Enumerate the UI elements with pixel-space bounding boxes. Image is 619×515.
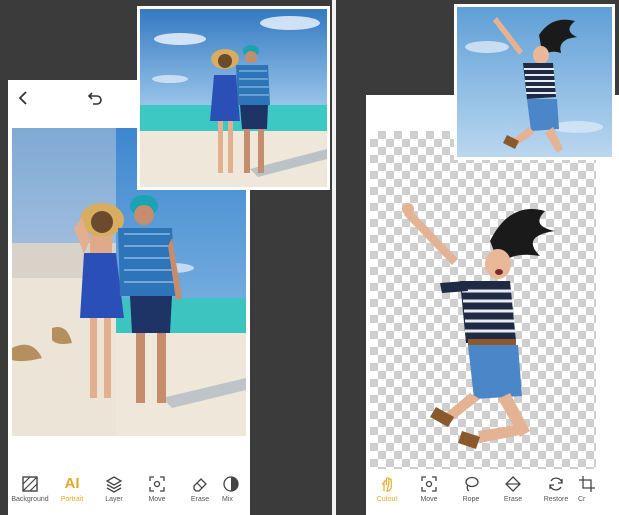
original-photo-inset <box>454 4 615 160</box>
tool-label: Erase <box>503 496 523 503</box>
tool-label: Portrait <box>60 496 84 503</box>
back-arrow-icon[interactable] <box>14 88 34 108</box>
restore-icon <box>549 477 563 491</box>
tool-rope[interactable]: Rope <box>450 471 492 503</box>
tool-label: Cr <box>578 496 586 503</box>
tool-portrait[interactable]: AI Portrait <box>52 471 92 503</box>
original-couple-photo <box>140 9 327 187</box>
tool-label: Cutout <box>376 496 398 503</box>
eraser-icon <box>193 478 207 492</box>
original-photo-inset <box>137 6 330 190</box>
cutout-hand-icon <box>381 477 392 492</box>
jumping-woman-cutout <box>402 203 555 449</box>
eraser-icon <box>505 476 521 492</box>
tool-label: Layer <box>105 496 123 503</box>
mix-icon <box>223 476 239 492</box>
left-editor-frame: Background AI Portrait Layer Move Erase … <box>0 0 332 515</box>
background-icon <box>22 476 38 492</box>
right-toolbar: Cutout Move Rope Erase Restore Cr <box>366 471 619 515</box>
layer-icon <box>105 476 123 493</box>
tool-background[interactable]: Background <box>8 471 52 503</box>
tool-label: Erase <box>190 496 210 503</box>
tool-mix[interactable]: Mix <box>222 471 250 503</box>
right-transparent-canvas[interactable] <box>370 131 596 469</box>
tool-erase[interactable]: Erase <box>178 471 222 503</box>
original-jumping-photo <box>457 7 612 157</box>
tool-cutout[interactable]: Cutout <box>366 471 408 503</box>
lasso-icon <box>465 476 479 492</box>
tool-crop[interactable]: Cr <box>578 471 598 503</box>
tool-erase[interactable]: Erase <box>492 471 534 503</box>
tool-label: Move <box>148 496 166 503</box>
tool-label: Background <box>11 496 49 503</box>
tool-restore[interactable]: Restore <box>534 471 578 503</box>
right-editor-frame: Cutout Move Rope Erase Restore Cr <box>336 0 619 515</box>
tool-label: Mix <box>222 496 233 503</box>
crop-icon <box>579 476 595 492</box>
tool-label: Move <box>420 496 438 503</box>
tool-move[interactable]: Move <box>136 471 178 503</box>
move-icon <box>149 476 165 492</box>
undo-icon[interactable] <box>84 88 104 108</box>
tool-move[interactable]: Move <box>408 471 450 503</box>
tool-label: Restore <box>543 496 569 503</box>
tool-label: Rope <box>462 496 480 503</box>
ai-icon: AI <box>64 475 80 492</box>
tool-layer[interactable]: Layer <box>92 471 136 503</box>
move-icon <box>421 476 437 492</box>
left-toolbar: Background AI Portrait Layer Move Erase … <box>8 471 250 515</box>
